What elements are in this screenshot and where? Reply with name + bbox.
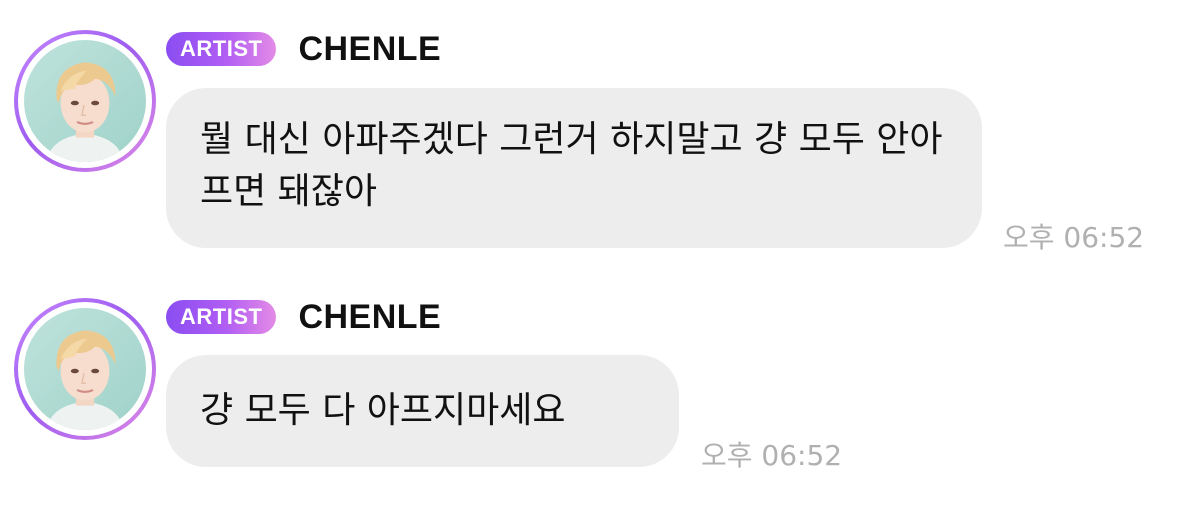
message-header: ARTIST CHENLE [166,30,441,69]
message-bubble[interactable]: 걍 모두 다 아프지마세요 [166,355,679,467]
message-header: ARTIST CHENLE [166,298,441,337]
message-timestamp: 오후 06:52 [1003,221,1145,254]
avatar[interactable] [14,30,156,172]
avatar-frame [18,302,152,436]
artist-badge: ARTIST [166,300,277,334]
chat-message: ARTIST CHENLE 뭘 대신 아파주겠다 그런거 하지말고 걍 모두 안… [0,0,1199,265]
chat-message: ARTIST CHENLE 걍 모두 다 아프지마세요 오후 06:52 [0,265,1199,506]
avatar-frame [18,34,152,168]
message-bubble[interactable]: 뭘 대신 아파주겠다 그런거 하지말고 걍 모두 안아프면 돼잖아 [166,88,982,248]
sender-name[interactable]: CHENLE [298,298,441,337]
artist-profile-photo [24,308,146,430]
avatar[interactable] [14,298,156,440]
sender-name[interactable]: CHENLE [298,30,441,69]
message-timestamp: 오후 06:52 [701,439,843,472]
artist-profile-photo [24,40,146,162]
artist-badge: ARTIST [166,32,277,66]
